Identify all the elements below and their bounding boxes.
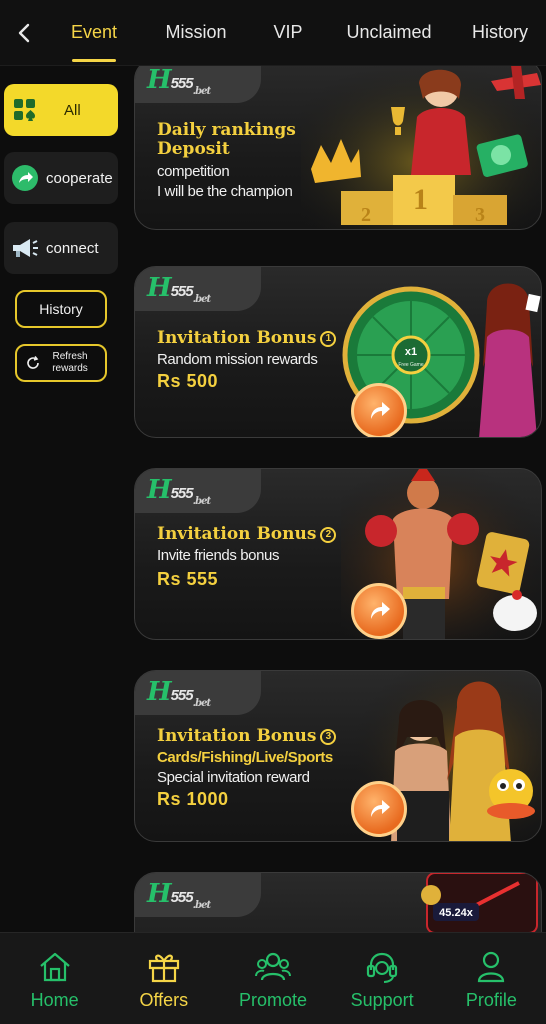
card-number-badge: 2 bbox=[320, 527, 337, 543]
sidebar-item-connect[interactable]: connect bbox=[4, 222, 118, 274]
multiplier-badge: 45.24x bbox=[439, 907, 474, 919]
card-title-text: Invitation Bonus bbox=[157, 524, 317, 544]
nav-promote[interactable]: Promote bbox=[218, 933, 327, 1024]
nav-profile[interactable]: Profile bbox=[437, 933, 546, 1024]
card-line: Special invitation reward bbox=[157, 769, 310, 786]
card-number-badge: 1 bbox=[320, 331, 337, 347]
sidebar-item-label: All bbox=[64, 101, 81, 119]
brand-logo: H555.bet bbox=[135, 66, 261, 103]
go-arrow-button[interactable] bbox=[351, 383, 407, 437]
tabs: Event Mission VIP Unclaimed History bbox=[48, 0, 546, 66]
logo-text: H555.bet bbox=[147, 474, 211, 508]
card-title: Daily rankings Deposit bbox=[157, 121, 296, 159]
nav-support[interactable]: Support bbox=[328, 933, 437, 1024]
svg-text:1: 1 bbox=[413, 183, 428, 216]
tab-unclaimed[interactable]: Unclaimed bbox=[324, 0, 454, 66]
brand-logo: H555.bet bbox=[135, 469, 261, 513]
chevron-left-icon bbox=[18, 23, 30, 42]
grid-icon bbox=[10, 95, 40, 125]
event-list: H555.bet Daily rankings Deposit competit… bbox=[124, 66, 546, 932]
curved-arrow-icon bbox=[371, 800, 390, 817]
share-arrow-icon bbox=[10, 163, 40, 193]
wheel-multiplier: x1 bbox=[405, 346, 417, 358]
megaphone-icon bbox=[10, 233, 40, 263]
tab-vip[interactable]: VIP bbox=[252, 0, 324, 66]
card-title: Invitation Bonus 2 bbox=[157, 524, 337, 544]
brand-logo: H555.bet bbox=[135, 671, 261, 715]
nav-offers[interactable]: Offers bbox=[109, 933, 218, 1024]
tab-mission[interactable]: Mission bbox=[140, 0, 252, 66]
sidebar-item-label: cooperate bbox=[46, 169, 113, 187]
nav-home[interactable]: Home bbox=[0, 933, 109, 1024]
top-tab-bar: Event Mission VIP Unclaimed History bbox=[0, 0, 546, 66]
card-title: Invitation Bonus 1 bbox=[157, 328, 337, 348]
people-icon bbox=[254, 952, 291, 980]
headset-icon bbox=[367, 952, 398, 983]
card-title-line: Daily rankings bbox=[157, 120, 296, 140]
card-title-text: Invitation Bonus bbox=[157, 328, 317, 348]
sidebar-item-label: connect bbox=[46, 239, 99, 257]
event-card-daily-rankings[interactable]: H555.bet Daily rankings Deposit competit… bbox=[134, 66, 542, 230]
reward-amount: Rs 555 bbox=[157, 569, 219, 589]
person-icon bbox=[478, 951, 505, 982]
curved-arrow-icon bbox=[371, 402, 390, 419]
logo-text: H555.bet bbox=[147, 878, 211, 912]
nav-label: Home bbox=[30, 989, 79, 1010]
tab-history[interactable]: History bbox=[454, 0, 546, 66]
event-card-invitation-bonus-1[interactable]: H555.bet Invitation Bonus 1 Random missio… bbox=[134, 266, 542, 438]
gift-icon bbox=[148, 954, 179, 982]
refresh-rewards-label: Refresh rewards bbox=[52, 351, 88, 374]
nav-label: Promote bbox=[238, 989, 307, 1010]
logo-text: H555.bet bbox=[147, 66, 211, 98]
card-number-badge: 3 bbox=[320, 729, 337, 745]
curved-arrow-icon bbox=[371, 602, 390, 619]
svg-text:2: 2 bbox=[361, 204, 371, 226]
reward-amount: Rs 500 bbox=[157, 371, 219, 391]
podium-champion-illustration: 1 2 3 bbox=[301, 66, 541, 229]
nav-label: Offers bbox=[139, 989, 189, 1010]
wheel-caption: Free Game bbox=[398, 362, 424, 368]
history-button[interactable]: History bbox=[15, 290, 107, 328]
nav-label: Profile bbox=[465, 989, 517, 1010]
svg-text:3: 3 bbox=[475, 204, 485, 226]
app: Event Mission VIP Unclaimed History All bbox=[0, 0, 546, 1024]
sidebar-item-all[interactable]: All bbox=[4, 84, 118, 136]
event-card-partial[interactable]: H555.bet 45.24x bbox=[134, 872, 542, 932]
event-card-invitation-bonus-3[interactable]: H555.bet Invitation Bonus 3 Cards/Fishing… bbox=[134, 670, 542, 842]
card-line: competition bbox=[157, 163, 230, 180]
brand-logo: H555.bet bbox=[135, 873, 261, 917]
card-title-line: Deposit bbox=[157, 139, 230, 159]
bottom-navigation: Home Offers Promote Support Profile bbox=[0, 932, 546, 1024]
sidebar: All cooperate connect History Refresh re… bbox=[0, 66, 124, 932]
card-line: Invite friends bonus bbox=[157, 547, 280, 564]
refresh-rewards-button[interactable]: Refresh rewards bbox=[15, 344, 107, 382]
event-card-invitation-bonus-2[interactable]: H555.bet Invitation Bonus 2 Invite friend… bbox=[134, 468, 542, 640]
card-categories: Cards/Fishing/Live/Sports bbox=[157, 749, 333, 766]
sidebar-item-cooperate[interactable]: cooperate bbox=[4, 152, 118, 204]
card-title: Invitation Bonus 3 bbox=[157, 726, 337, 746]
card-line: I will be the champion bbox=[157, 183, 293, 200]
tab-event[interactable]: Event bbox=[48, 0, 140, 66]
card-title-text: Invitation Bonus bbox=[157, 726, 317, 746]
card-line: Random mission rewards bbox=[157, 351, 318, 368]
go-arrow-button[interactable] bbox=[351, 583, 407, 639]
go-arrow-button[interactable] bbox=[351, 781, 407, 837]
back-button[interactable] bbox=[0, 0, 48, 66]
logo-text: H555.bet bbox=[147, 272, 211, 306]
home-icon bbox=[39, 952, 70, 981]
refresh-icon bbox=[27, 356, 39, 369]
logo-text: H555.bet bbox=[147, 676, 211, 710]
brand-logo: H555.bet bbox=[135, 267, 261, 311]
nav-label: Support bbox=[350, 989, 414, 1010]
reward-amount: Rs 1000 bbox=[157, 789, 229, 809]
aviator-game-illustration: 45.24x bbox=[421, 873, 538, 932]
